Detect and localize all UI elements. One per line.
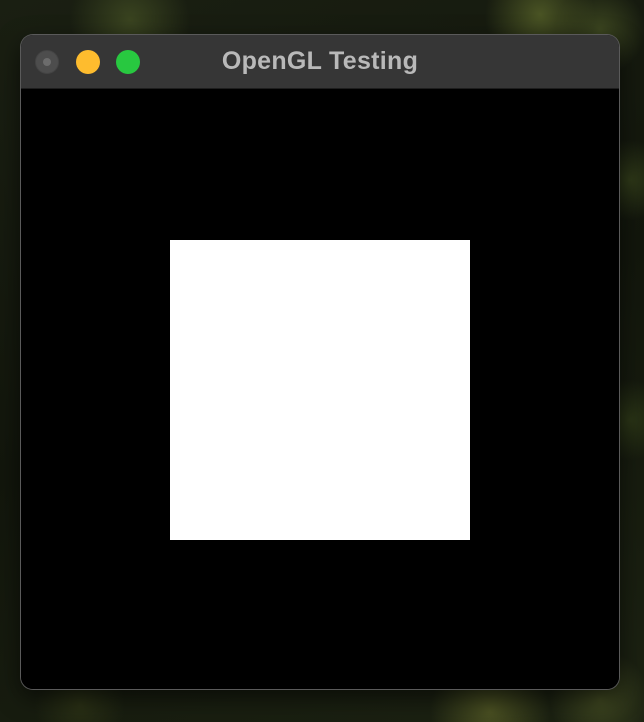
app-window: OpenGL Testing [21,35,619,689]
white-square [170,240,470,540]
opengl-viewport[interactable] [21,89,619,689]
window-title: OpenGL Testing [221,47,419,75]
title-bar[interactable]: OpenGL Testing [21,35,619,89]
